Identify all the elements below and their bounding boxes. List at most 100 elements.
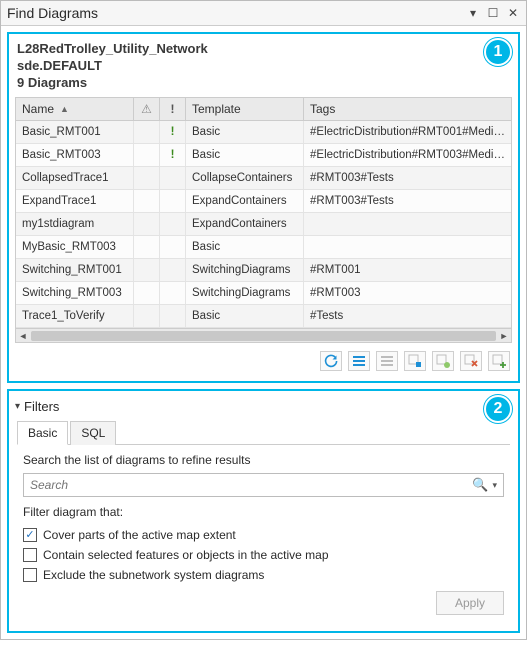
- opt-contain-row[interactable]: Contain selected features or objects in …: [23, 545, 504, 565]
- filters-header[interactable]: ▾ Filters: [13, 397, 514, 420]
- chevron-down-icon: ▾: [15, 401, 20, 412]
- cell-tags: #RMT003: [304, 282, 511, 304]
- checkbox-exclude[interactable]: [23, 568, 37, 582]
- cell-name: Basic_RMT001: [16, 121, 134, 143]
- cell-warning: [134, 121, 160, 143]
- col-name-label: Name: [22, 102, 54, 116]
- cell-name: Switching_RMT001: [16, 259, 134, 281]
- table-row[interactable]: Switching_RMT003 SwitchingDiagrams#RMT003: [16, 282, 511, 305]
- cell-name: ExpandTrace1: [16, 190, 134, 212]
- cell-flag: [160, 236, 186, 258]
- warning-icon: ⚠: [141, 102, 152, 116]
- cell-template: Basic: [186, 305, 304, 327]
- cell-template: Basic: [186, 144, 304, 166]
- filter-tabs: Basic SQL: [17, 420, 510, 445]
- list-lines-button[interactable]: [376, 351, 398, 371]
- apply-wrap: Apply: [23, 585, 504, 615]
- filters-title: Filters: [24, 399, 59, 414]
- cell-name: CollapsedTrace1: [16, 167, 134, 189]
- cell-name: Basic_RMT003: [16, 144, 134, 166]
- cell-warning: [134, 259, 160, 281]
- cell-template: ExpandContainers: [186, 213, 304, 235]
- cell-tags: #RMT003#Tests: [304, 167, 511, 189]
- tab-sql[interactable]: SQL: [70, 421, 116, 445]
- table-row[interactable]: MyBasic_RMT003 Basic: [16, 236, 511, 259]
- cell-warning: [134, 305, 160, 327]
- callout-badge-2: 2: [484, 395, 512, 423]
- opt-contain-label: Contain selected features or objects in …: [43, 548, 329, 562]
- cell-flag: [160, 190, 186, 212]
- col-tags[interactable]: Tags: [304, 98, 511, 120]
- search-dropdown-icon[interactable]: ▾: [490, 480, 497, 491]
- diagram-add-button[interactable]: [488, 351, 510, 371]
- cell-template: ExpandContainers: [186, 190, 304, 212]
- opt-cover-label: Cover parts of the active map extent: [43, 528, 236, 542]
- search-icon[interactable]: 🔍: [470, 477, 490, 493]
- sort-asc-icon: ▲: [60, 104, 69, 114]
- opt-exclude-row[interactable]: Exclude the subnetwork system diagrams: [23, 565, 504, 585]
- scroll-left-icon[interactable]: ◄: [16, 331, 30, 341]
- cell-flag: [160, 305, 186, 327]
- cell-tags: [304, 213, 511, 235]
- col-warning[interactable]: ⚠: [134, 98, 160, 120]
- cell-tags: #ElectricDistribution#RMT003#Medium Volt…: [304, 144, 511, 166]
- cell-name: my1stdiagram: [16, 213, 134, 235]
- cell-warning: [134, 213, 160, 235]
- cell-name: Switching_RMT003: [16, 282, 134, 304]
- list-stacked-button[interactable]: [348, 351, 370, 371]
- flag-header-icon: !: [171, 102, 175, 116]
- cell-tags: #Tests: [304, 305, 511, 327]
- close-icon[interactable]: ✕: [506, 6, 520, 20]
- titlebar-buttons: ▾ ☐ ✕: [466, 6, 520, 20]
- results-section: 1 L28RedTrolley_Utility_Network sde.DEFA…: [7, 32, 520, 383]
- cell-warning: [134, 167, 160, 189]
- diagram-action-2-button[interactable]: [432, 351, 454, 371]
- maximize-icon[interactable]: ☐: [486, 6, 500, 20]
- filter-heading: Filter diagram that:: [23, 505, 504, 519]
- col-template-label: Template: [192, 102, 241, 116]
- tab-basic[interactable]: Basic: [17, 421, 68, 445]
- diagram-count: 9 Diagrams: [13, 74, 514, 91]
- cell-tags: #RMT001: [304, 259, 511, 281]
- menu-icon[interactable]: ▾: [466, 6, 480, 20]
- cell-name: Trace1_ToVerify: [16, 305, 134, 327]
- table-row[interactable]: Basic_RMT003!Basic#ElectricDistribution#…: [16, 144, 511, 167]
- cell-template: SwitchingDiagrams: [186, 259, 304, 281]
- cell-flag: [160, 259, 186, 281]
- cell-template: Basic: [186, 121, 304, 143]
- col-flag[interactable]: !: [160, 98, 186, 120]
- scroll-track[interactable]: [31, 331, 496, 341]
- table-body: Basic_RMT001!Basic#ElectricDistribution#…: [16, 121, 511, 328]
- opt-cover-row[interactable]: Cover parts of the active map extent: [23, 525, 504, 545]
- refresh-button[interactable]: [320, 351, 342, 371]
- find-diagrams-pane: Find Diagrams ▾ ☐ ✕ 1 L28RedTrolley_Util…: [0, 0, 527, 640]
- cell-flag: !: [160, 121, 186, 143]
- diagram-action-1-button[interactable]: [404, 351, 426, 371]
- cell-warning: [134, 190, 160, 212]
- table-header: Name ▲ ⚠ ! Template Tags: [16, 98, 511, 121]
- search-input[interactable]: [30, 478, 470, 492]
- table-row[interactable]: Switching_RMT001 SwitchingDiagrams#RMT001: [16, 259, 511, 282]
- cell-name: MyBasic_RMT003: [16, 236, 134, 258]
- col-name[interactable]: Name ▲: [16, 98, 134, 120]
- table-row[interactable]: ExpandTrace1ExpandContainers#RMT003#Test…: [16, 190, 511, 213]
- version-name: sde.DEFAULT: [13, 57, 514, 74]
- cell-flag: [160, 282, 186, 304]
- horizontal-scrollbar[interactable]: ◄ ►: [16, 328, 511, 342]
- table-row[interactable]: CollapsedTrace1CollapseContainers#RMT003…: [16, 167, 511, 190]
- filter-body: Search the list of diagrams to refine re…: [13, 445, 514, 623]
- titlebar: Find Diagrams ▾ ☐ ✕: [1, 1, 526, 26]
- diagram-delete-button[interactable]: [460, 351, 482, 371]
- table-row[interactable]: Trace1_ToVerify Basic#Tests: [16, 305, 511, 328]
- cell-template: SwitchingDiagrams: [186, 282, 304, 304]
- filters-section: 2 ▾ Filters Basic SQL Search the list of…: [7, 389, 520, 633]
- cell-template: Basic: [186, 236, 304, 258]
- apply-button[interactable]: Apply: [436, 591, 504, 615]
- col-template[interactable]: Template: [186, 98, 304, 120]
- checkbox-cover[interactable]: [23, 528, 37, 542]
- checkbox-contain[interactable]: [23, 548, 37, 562]
- opt-exclude-label: Exclude the subnetwork system diagrams: [43, 568, 264, 582]
- table-row[interactable]: Basic_RMT001!Basic#ElectricDistribution#…: [16, 121, 511, 144]
- scroll-right-icon[interactable]: ►: [497, 331, 511, 341]
- table-row[interactable]: my1stdiagram ExpandContainers: [16, 213, 511, 236]
